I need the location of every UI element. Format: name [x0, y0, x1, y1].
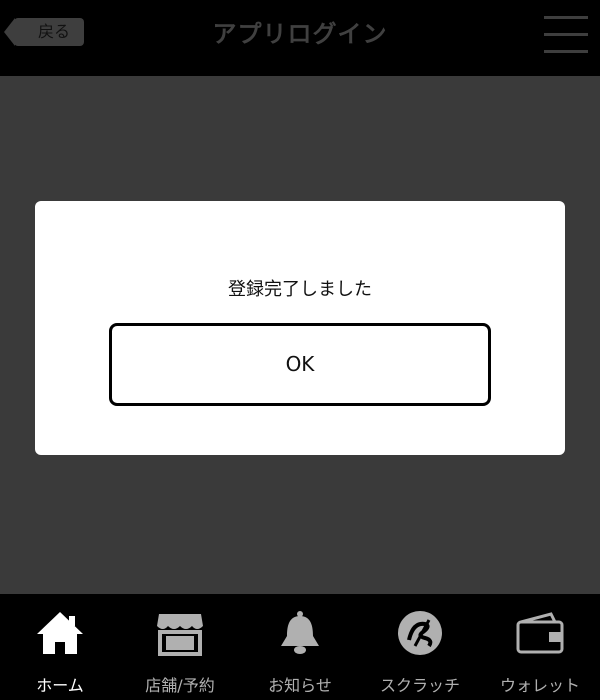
- tab-news[interactable]: お知らせ: [240, 594, 360, 700]
- back-arrow-icon: [4, 18, 15, 46]
- tab-home[interactable]: ホーム: [0, 594, 120, 700]
- tab-wallet-label: ウォレット: [499, 676, 580, 695]
- store-icon: [157, 614, 203, 656]
- completion-dialog: 登録完了しました OK: [35, 201, 565, 455]
- scratch-icon: [398, 611, 442, 655]
- tab-wallet[interactable]: ウォレット: [480, 594, 600, 700]
- ok-button[interactable]: OK: [109, 323, 491, 406]
- wallet-icon: [516, 612, 564, 654]
- bell-icon: [281, 611, 319, 654]
- bottom-tab-bar: ホーム 店舗/予約 お知らせ スクラッチ ウォレット: [0, 594, 600, 700]
- back-button-label: 戻る: [37, 22, 70, 41]
- tab-store-label: 店舗/予約: [145, 676, 215, 695]
- page-title: アプリログイン: [212, 20, 388, 48]
- tab-store[interactable]: 店舗/予約: [120, 594, 240, 700]
- tab-home-label: ホーム: [36, 676, 84, 695]
- tab-scratch-label: スクラッチ: [379, 676, 460, 695]
- dialog-message: 登録完了しました: [228, 279, 372, 300]
- home-icon: [37, 612, 83, 654]
- back-button[interactable]: 戻る: [4, 18, 84, 46]
- hamburger-icon[interactable]: [544, 16, 588, 56]
- app-header: 戻る アプリログイン: [0, 0, 600, 76]
- tab-scratch[interactable]: スクラッチ: [360, 594, 480, 700]
- tab-news-label: お知らせ: [268, 676, 332, 695]
